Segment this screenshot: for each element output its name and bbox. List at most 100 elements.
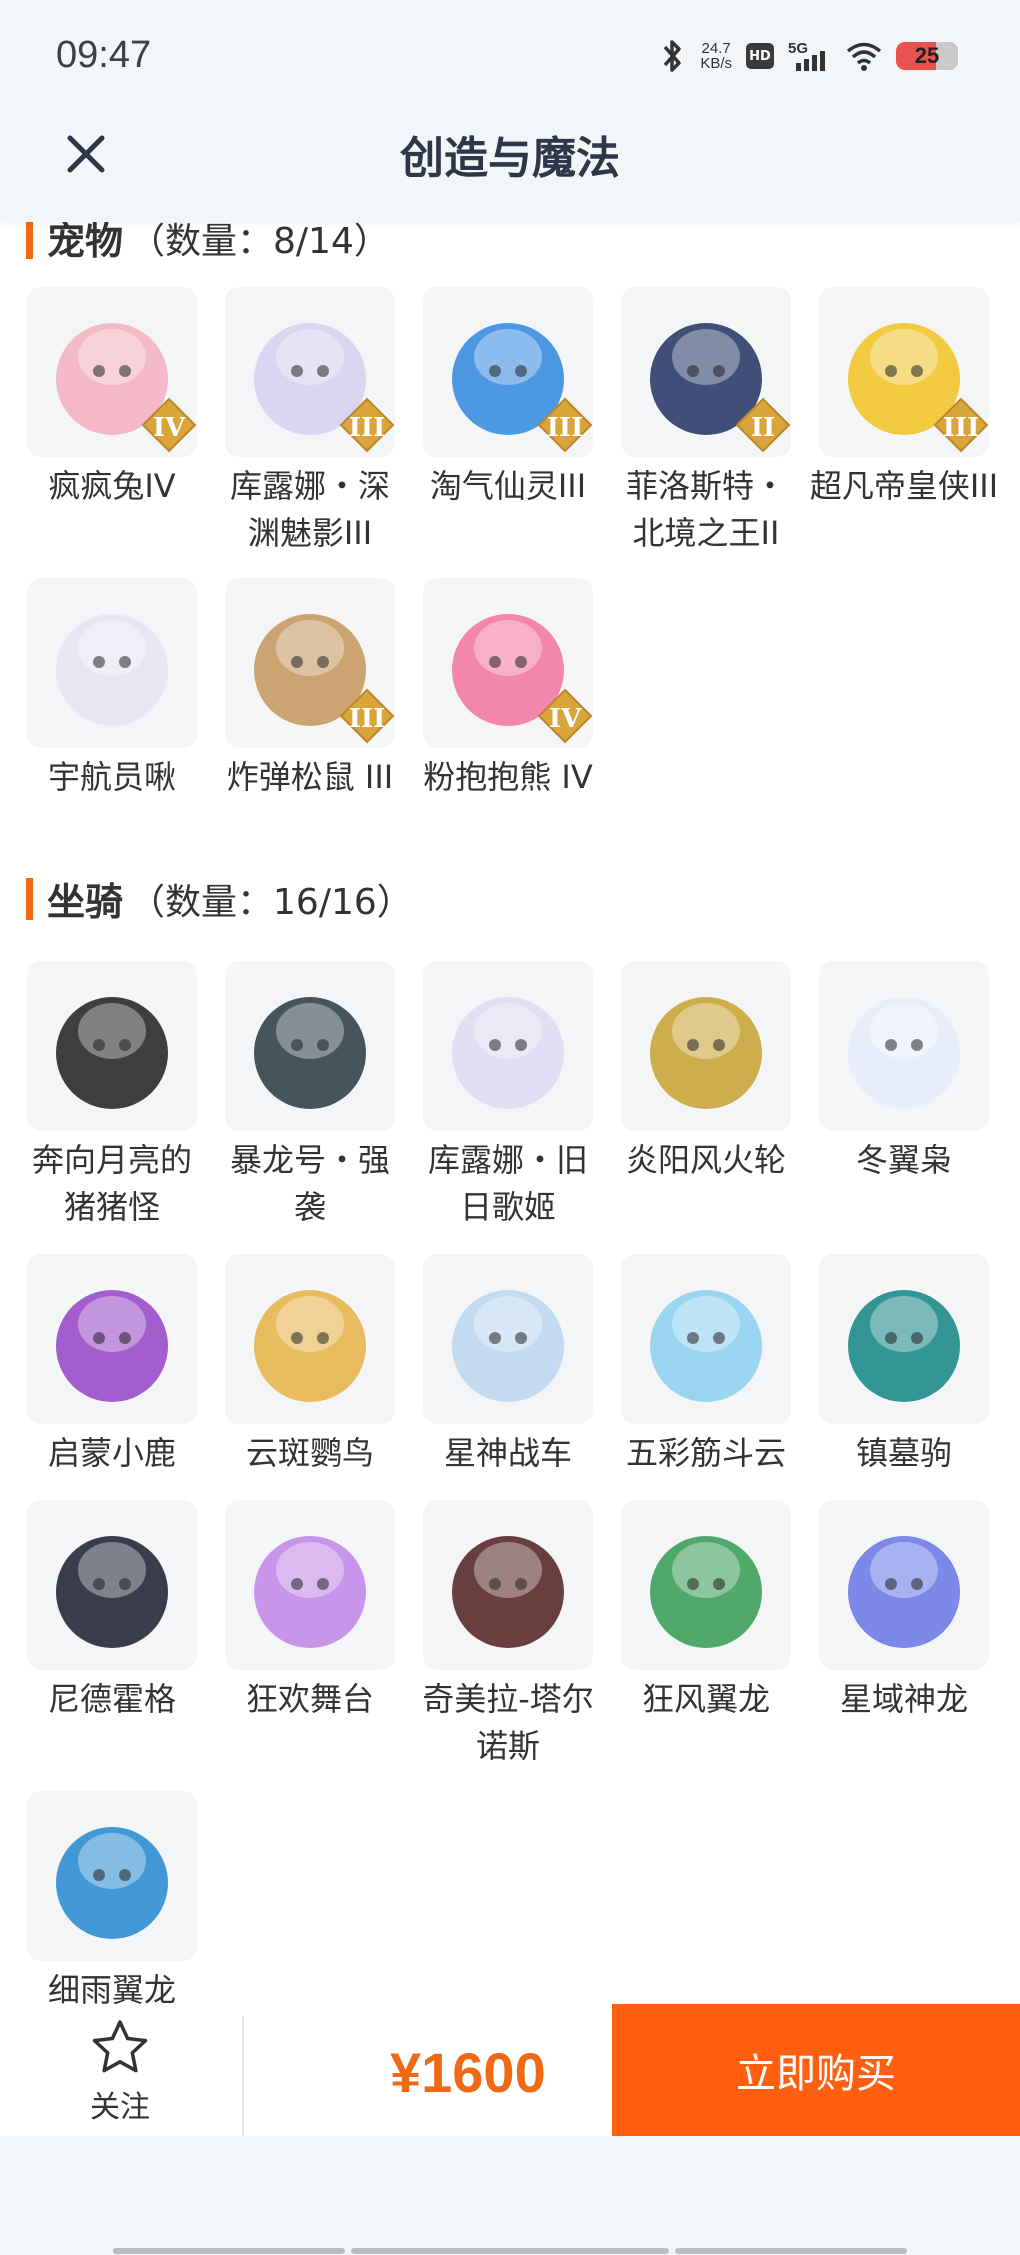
crystal-horse-icon — [423, 1254, 593, 1424]
mount-thumbnail — [27, 1254, 197, 1424]
mount-item[interactable]: 暴龙号・强袭 — [211, 961, 409, 1231]
page-header: 创造与魔法 — [0, 110, 1020, 222]
mount-item-label: 炎阳风火轮 — [625, 1141, 786, 1179]
svg-text:IV: IV — [549, 704, 582, 734]
mount-item[interactable]: 尼德霍格 — [13, 1500, 211, 1723]
mount-item-label: 尼德霍格 — [47, 1680, 176, 1718]
pet-item-label: 菲洛斯特・北境之王II — [625, 467, 786, 552]
pet-thumbnail: IV — [423, 578, 593, 748]
mount-item-label: 奔向月亮的猪猪怪 — [31, 1141, 192, 1226]
pet-item[interactable]: III 炸弹松鼠 III — [211, 578, 409, 801]
mount-item[interactable]: 奇美拉-塔尔诺斯 — [409, 1500, 607, 1770]
mount-thumbnail — [819, 1254, 989, 1424]
mount-item-label: 镇墓驹 — [855, 1434, 952, 1472]
mount-item-label: 五彩筋斗云 — [625, 1434, 786, 1472]
mount-item-label: 星域神龙 — [839, 1680, 968, 1718]
blue-puppy-icon: III — [423, 287, 593, 457]
pet-item-label: 超凡帝皇侠III — [809, 467, 999, 505]
pet-thumbnail: III — [225, 287, 395, 457]
star-icon — [92, 2020, 148, 2073]
mount-thumbnail — [225, 1254, 395, 1424]
golden-parrot-icon — [225, 1254, 395, 1424]
mount-item-label: 奇美拉-塔尔诺斯 — [422, 1680, 594, 1765]
battery-level: 25 — [914, 43, 940, 68]
mount-item-label: 星神战车 — [443, 1434, 572, 1472]
pet-item[interactable]: III 超凡帝皇侠III — [805, 287, 1003, 510]
mount-item[interactable]: 炎阳风火轮 — [607, 961, 805, 1184]
divider — [242, 2016, 244, 2136]
status-icons: 24.7 KB/s HD 5G 25 — [660, 36, 958, 76]
dark-dragon-icon — [27, 1500, 197, 1670]
mount-item[interactable]: 星神战车 — [409, 1254, 607, 1477]
pet-item-label: 宇航员啾 — [47, 758, 176, 796]
dark-armored-beast-icon: II — [621, 287, 791, 457]
mount-thumbnail — [621, 1500, 791, 1670]
pet-item[interactable]: IV 粉抱抱熊 IV — [409, 578, 607, 801]
white-haired-girl-icon: III — [225, 287, 395, 457]
mount-item-label: 狂风翼龙 — [641, 1680, 770, 1718]
mount-item-label: 库露娜・旧日歌姬 — [427, 1141, 588, 1226]
section-count: （数量：8/14） — [129, 222, 390, 262]
mech-dragon-icon — [225, 961, 395, 1131]
pet-item[interactable]: 宇航员啾 — [13, 578, 211, 801]
item-list[interactable]: 宠物 （数量：8/14） 坐骑 （数量：16/16） IV 疯疯兔IV III 库露娜… — [0, 222, 1020, 2004]
mount-item[interactable]: 星域神龙 — [805, 1500, 1003, 1723]
mount-thumbnail — [27, 1791, 197, 1961]
net-speed-unit: KB/s — [700, 55, 732, 72]
section-title-pets: 宠物 （数量：8/14） — [26, 222, 390, 265]
pet-item-label: 淘气仙灵III — [429, 467, 587, 505]
buy-now-button[interactable]: 立即购买 — [612, 2004, 1020, 2136]
battery-indicator: 25 — [896, 42, 958, 70]
chimera-icon — [423, 1500, 593, 1670]
section-count: （数量：16/16） — [129, 881, 413, 923]
mount-thumbnail — [819, 961, 989, 1131]
mount-thumbnail — [225, 961, 395, 1131]
pet-thumbnail: III — [225, 578, 395, 748]
page-title: 创造与魔法 — [400, 133, 620, 184]
mount-item[interactable]: 狂风翼龙 — [607, 1500, 805, 1723]
mount-thumbnail — [819, 1500, 989, 1670]
gold-armored-hero-icon: III — [819, 287, 989, 457]
mount-item[interactable]: 启蒙小鹿 — [13, 1254, 211, 1477]
pink-bear-icon: IV — [423, 578, 593, 748]
mount-thumbnail — [225, 1500, 395, 1670]
svg-text:III: III — [943, 413, 980, 443]
mount-thumbnail — [423, 1254, 593, 1424]
section-marker — [26, 222, 33, 259]
pet-item-label: 疯疯兔IV — [48, 467, 176, 505]
mount-item[interactable]: 细雨翼龙 — [13, 1791, 211, 2004]
hd-badge: HD — [746, 43, 774, 69]
net-speed-value: 24.7 — [701, 40, 731, 57]
golden-wheel-icon — [621, 961, 791, 1131]
blue-cloud-icon — [621, 1254, 791, 1424]
pet-thumbnail: II — [621, 287, 791, 457]
pet-item[interactable]: II 菲洛斯特・北境之王II — [607, 287, 805, 557]
pet-item[interactable]: III 库露娜・深渊魅影III — [211, 287, 409, 557]
black-pig-icon — [27, 961, 197, 1131]
pet-thumbnail: III — [819, 287, 989, 457]
svg-text:III: III — [349, 704, 386, 734]
bluetooth-icon — [663, 40, 682, 72]
pet-item[interactable]: IV 疯疯兔IV — [13, 287, 211, 510]
section-title-mounts: 坐骑 （数量：16/16） — [26, 871, 413, 926]
mount-item[interactable]: 奔向月亮的猪猪怪 — [13, 961, 211, 1231]
pink-bunny-icon: IV — [27, 287, 197, 457]
section-marker — [26, 877, 33, 920]
mount-item[interactable]: 狂欢舞台 — [211, 1500, 409, 1723]
mount-item[interactable]: 五彩筋斗云 — [607, 1254, 805, 1477]
mount-thumbnail — [423, 1500, 593, 1670]
mount-item[interactable]: 冬翼枭 — [805, 961, 1003, 1184]
mount-thumbnail — [27, 1500, 197, 1670]
mount-item-label: 细雨翼龙 — [47, 1971, 176, 2004]
bottom-action-bar: 关注 ¥1600 立即购买 — [0, 2004, 1020, 2136]
pet-item[interactable]: III 淘气仙灵III — [409, 287, 607, 510]
section-name: 坐骑 — [47, 880, 124, 924]
heart-stage-icon — [225, 1500, 395, 1670]
snow-owl-icon — [819, 961, 989, 1131]
mount-item[interactable]: 镇墓驹 — [805, 1254, 1003, 1477]
system-nav-area — [0, 2136, 1020, 2255]
star-dragon-icon — [819, 1500, 989, 1670]
mount-item[interactable]: 云斑鹦鸟 — [211, 1254, 409, 1477]
mount-item[interactable]: 库露娜・旧日歌姬 — [409, 961, 607, 1231]
follow-button[interactable]: 关注 — [60, 2018, 180, 2126]
